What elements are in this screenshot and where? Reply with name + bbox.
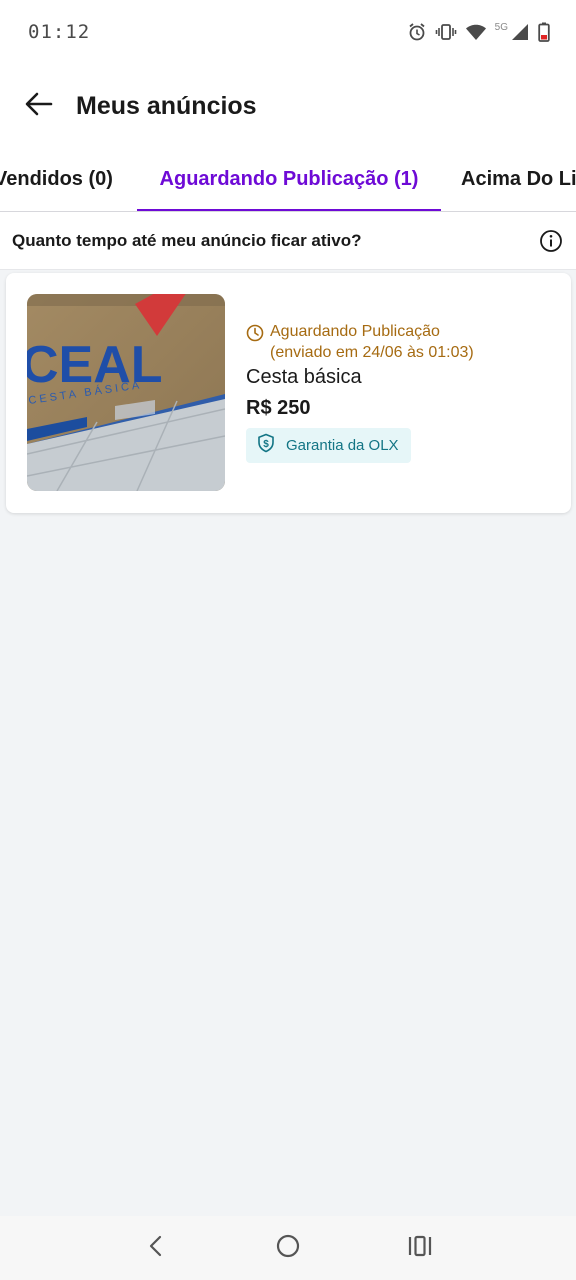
nav-back-button[interactable] xyxy=(136,1228,176,1268)
svg-text:$: $ xyxy=(263,439,269,450)
nav-recents-button[interactable] xyxy=(400,1228,440,1268)
nav-home-button[interactable] xyxy=(268,1228,308,1268)
arrow-left-icon xyxy=(25,92,53,121)
guarantee-badge: $ Garantia da OLX xyxy=(246,428,411,463)
ad-card[interactable]: CEAL CESTA BÁSICA Aguardando Publicação … xyxy=(6,273,571,513)
tab-acima-do-limite[interactable]: Acima Do Li xyxy=(461,148,576,211)
vibrate-icon xyxy=(435,22,457,42)
back-nav-icon xyxy=(146,1234,166,1263)
guarantee-badge-label: Garantia da OLX xyxy=(286,436,399,454)
signal-icon xyxy=(510,23,530,41)
back-button[interactable] xyxy=(22,89,56,123)
system-nav-bar xyxy=(0,1216,576,1280)
ad-title: Cesta básica xyxy=(246,366,362,388)
recents-nav-icon xyxy=(407,1234,433,1263)
wifi-icon xyxy=(465,23,487,41)
tab-bar: Vendidos (0) Aguardando Publicação (1) A… xyxy=(0,148,576,212)
top-area: 01:12 5G Meus anúncios Vendidos (0) Agua… xyxy=(0,0,576,270)
shield-dollar-icon: $ xyxy=(256,433,276,457)
clock-icon xyxy=(246,324,264,348)
ad-info: Aguardando Publicação (enviado em 24/06 … xyxy=(246,321,559,463)
alarm-icon xyxy=(407,22,427,42)
tab-vendidos[interactable]: Vendidos (0) xyxy=(0,148,113,211)
ad-price: R$ 250 xyxy=(246,397,311,419)
ad-status-line2: (enviado em 24/06 às 01:03) xyxy=(270,344,474,361)
page-title: Meus anúncios xyxy=(76,91,257,120)
info-row[interactable]: Quanto tempo até meu anúncio ficar ativo… xyxy=(0,212,576,270)
info-icon[interactable] xyxy=(538,228,564,254)
ad-thumbnail[interactable]: CEAL CESTA BÁSICA xyxy=(27,294,225,491)
status-bar: 01:12 5G xyxy=(0,0,576,64)
ad-status: Aguardando Publicação (enviado em 24/06 … xyxy=(246,321,559,363)
network-label: 5G xyxy=(494,21,508,33)
home-nav-icon xyxy=(275,1233,301,1264)
status-icons: 5G xyxy=(407,22,550,42)
app-header: Meus anúncios xyxy=(0,64,576,148)
battery-low-icon xyxy=(538,22,550,42)
tab-aguardando-publicacao[interactable]: Aguardando Publicação (1) xyxy=(137,148,441,211)
status-time: 01:12 xyxy=(28,21,91,43)
ad-status-line1: Aguardando Publicação xyxy=(270,323,440,340)
info-question[interactable]: Quanto tempo até meu anúncio ficar ativo… xyxy=(12,231,362,251)
